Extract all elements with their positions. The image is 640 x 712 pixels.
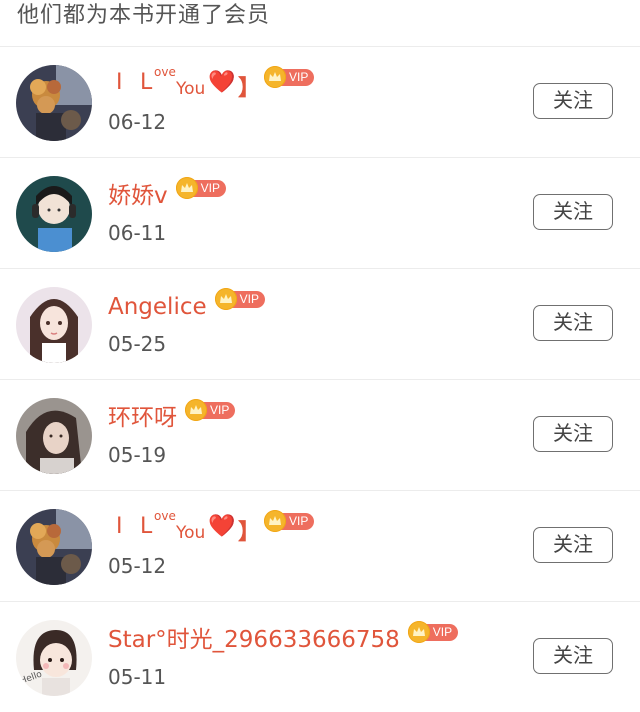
- list-item[interactable]: I L ove You ❤️ 】 VIP 05-12 关注: [0, 491, 640, 602]
- vip-badge: VIP: [214, 288, 265, 310]
- girl-headphones-avatar[interactable]: [16, 176, 92, 252]
- member-name[interactable]: Star°时光_296633666758: [108, 625, 400, 655]
- member-date: 06-12: [108, 110, 167, 134]
- list-item[interactable]: Hello Star°时光_296633666758 VIP 05-11 关注: [0, 602, 640, 712]
- member-name-line: Star°时光_296633666758 VIP: [108, 620, 459, 660]
- header-bar: 他们都为本书开通了会员: [0, 0, 640, 47]
- vip-badge: VIP: [407, 621, 459, 643]
- list-item[interactable]: 娇娇v VIP 06-11 关注: [0, 158, 640, 269]
- flower-bouquet-avatar[interactable]: [16, 509, 92, 585]
- list-item[interactable]: 环环呀 VIP 05-19 关注: [0, 380, 640, 491]
- member-name[interactable]: Angelice: [108, 292, 207, 322]
- list-item[interactable]: Angelice VIP 05-25 关注: [0, 269, 640, 380]
- crown-icon: [175, 177, 198, 199]
- member-name-line: I L ove You ❤️ 】 VIP: [108, 65, 315, 105]
- member-name[interactable]: 娇娇v: [108, 181, 168, 211]
- member-name-line: 娇娇v VIP: [108, 176, 226, 216]
- list-item[interactable]: I L ove You ❤️ 】 VIP 06-12 关注: [0, 47, 640, 158]
- vip-badge: VIP: [175, 177, 226, 199]
- heart-icon: ❤️: [208, 514, 236, 539]
- vip-badge: VIP: [264, 66, 315, 88]
- member-name-line: I L ove You ❤️ 】 VIP: [108, 509, 315, 549]
- member-date: 05-19: [108, 443, 167, 467]
- member-name[interactable]: 环环呀: [108, 403, 177, 433]
- member-name[interactable]: I L ove You ❤️ 】: [108, 509, 260, 549]
- cartoon-girl-hello-avatar[interactable]: Hello: [16, 620, 92, 696]
- member-list: I L ove You ❤️ 】 VIP 06-12 关注 娇娇v VIP 06…: [0, 47, 640, 712]
- member-name[interactable]: I L ove You ❤️ 】: [108, 65, 260, 105]
- member-date: 05-12: [108, 554, 167, 578]
- flower-bouquet-avatar[interactable]: [16, 65, 92, 141]
- vip-badge: VIP: [185, 399, 236, 421]
- member-name-line: 环环呀 VIP: [108, 398, 236, 438]
- follow-button[interactable]: 关注: [533, 194, 613, 230]
- header-title: 他们都为本书开通了会员: [17, 3, 271, 28]
- crown-icon: [407, 621, 430, 643]
- member-date: 05-11: [108, 665, 167, 689]
- follow-button[interactable]: 关注: [533, 83, 613, 119]
- heart-icon: ❤️: [208, 70, 236, 95]
- vip-badge: VIP: [264, 510, 315, 532]
- follow-button[interactable]: 关注: [533, 638, 613, 674]
- member-date: 05-25: [108, 332, 167, 356]
- follow-button[interactable]: 关注: [533, 305, 613, 341]
- anime-girl-avatar[interactable]: [16, 287, 92, 363]
- follow-button[interactable]: 关注: [533, 416, 613, 452]
- follow-button[interactable]: 关注: [533, 527, 613, 563]
- member-name-line: Angelice VIP: [108, 287, 265, 327]
- member-date: 06-11: [108, 221, 167, 245]
- crown-icon: [264, 510, 286, 532]
- crown-icon: [264, 66, 286, 88]
- crown-icon: [214, 288, 237, 310]
- girl-portrait-avatar[interactable]: [16, 398, 92, 474]
- crown-icon: [185, 399, 207, 421]
